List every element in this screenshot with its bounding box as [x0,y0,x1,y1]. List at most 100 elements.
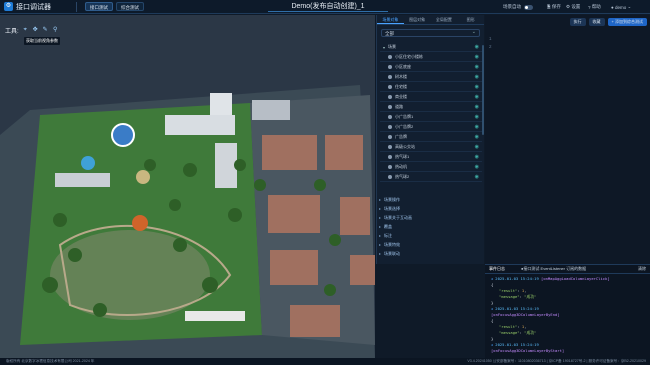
user-menu[interactable]: ● demo ⌄ [611,0,631,14]
pen-icon[interactable]: ✎ [42,27,49,34]
tool-label: 工具: [5,28,19,35]
visibility-eye-icon[interactable]: ◉ [475,84,479,90]
object-icon [388,84,392,89]
api-group-item[interactable]: 场景关于互动画 [376,213,484,222]
gear-icon: ⚙ [566,4,571,9]
scene-sync-toggle[interactable] [524,4,533,10]
interface-test-button[interactable]: 接口测试 [85,2,113,11]
object-icon [388,94,392,99]
tree-item[interactable]: 小广告牌2 ◉ [380,122,482,132]
save-icon: 🗎 [547,4,551,9]
panel-tabs: 场景对象 图层对象 全局配置 图形 [377,15,484,25]
user-name: demo [614,4,627,10]
tab-global-config[interactable]: 全局配置 [431,15,458,24]
tab-layer-objects[interactable]: 图层对象 [404,15,431,24]
visibility-eye-icon[interactable]: ◉ [475,44,479,50]
visibility-eye-icon[interactable]: ◉ [475,164,479,170]
log-time: 2025-01-03 15:24:19 [495,306,539,311]
visibility-eye-icon[interactable]: ◉ [475,74,479,80]
star-icon: ★ [491,342,494,347]
visibility-eye-icon[interactable]: ◉ [475,104,479,110]
api-group-item[interactable]: 场景操作 [376,195,484,204]
scene-sync-label: 场景自动 [503,4,521,9]
tree-item[interactable]: 树木楼 ◉ [380,72,482,82]
visibility-eye-icon[interactable]: ◉ [475,114,479,120]
log-api[interactable]: [onMapAggLoadColumnLayerClick] [541,276,610,281]
api-group-item[interactable]: 场景联动 [376,249,484,258]
visibility-eye-icon[interactable]: ◉ [475,54,479,60]
run-button[interactable]: 执行 [569,18,586,26]
api-group-list: 场景操作场景选择场景关于互动画覆盖标注场景特效场景联动 [376,195,484,258]
help-button[interactable]: ? 帮助 [588,0,601,14]
api-group-item[interactable]: 标注 [376,231,484,240]
visibility-eye-icon[interactable]: ◉ [475,154,479,160]
tree-item[interactable]: ▾ 场景 ◉ [380,42,482,52]
tree-item[interactable]: 高级公交站 ◉ [380,142,482,152]
clear-log-button[interactable]: 清除 [634,266,650,272]
tree-item-label: 商业楼 [395,93,407,99]
chevron-down-icon: ▾ [383,44,386,50]
object-icon [388,134,392,139]
log-time: 2025-01-03 15:24:19 [495,342,539,347]
scene-sync-control[interactable]: 场景自动 [503,0,533,14]
tooltip: 获取当前视角参数 [24,37,60,45]
tree-item[interactable]: 小区底座 ◉ [380,62,482,72]
tree-item[interactable]: 小区住宅小楼栋 ◉ [380,52,482,62]
city-scene-image [0,15,375,358]
tree-scrollbar[interactable] [482,45,484,135]
line-numbers: 1 2 [489,35,492,51]
log-api[interactable]: [onFocusAgg3DColumnLayerByStart] [491,348,644,354]
copyright-text: 版权所有 北京数字冰雹信息技术有限公司 2021-2024 年 [6,359,95,363]
status-bar: 版权所有 北京数字冰雹信息技术有限公司 2021-2024 年 V3.4.202… [0,358,650,365]
tab-graphics[interactable]: 图形 [457,15,484,24]
save-label: 保存 [551,4,561,9]
app-title: 接口调试器 [16,3,51,11]
tree-item[interactable]: 小广告牌1 ◉ [380,112,482,122]
camera-view-icon[interactable]: ⌖ [22,27,29,34]
tree-item[interactable]: 商业楼 ◉ [380,92,482,102]
tree-item[interactable]: 热气球1 ◉ [380,152,482,162]
visibility-eye-icon[interactable]: ◉ [475,94,479,100]
settings-button[interactable]: ⚙ 设置 [566,0,580,14]
visibility-eye-icon[interactable]: ◉ [475,144,479,150]
tree-item[interactable]: 热气球2 ◉ [380,172,482,182]
object-icon [388,74,392,79]
tree-item-label: 热气球2 [395,173,410,179]
collect-button[interactable]: 收藏 [588,18,605,26]
log-entries: ★ 2025-01-03 15:24:19 [onMapAggLoadColumn… [485,274,650,356]
tree-item[interactable]: 住宅楼 ◉ [380,82,482,92]
editor-actions: 执行 收藏 + 添加到综合测试 [569,18,647,26]
tree-item-label: 热气球1 [395,153,410,159]
visibility-eye-icon[interactable]: ◉ [475,124,479,130]
tree-item[interactable]: 广告牌 ◉ [380,132,482,142]
tree-item[interactable]: 热动机 ◉ [380,162,482,172]
tab-event-log[interactable]: 事件日志 [485,266,509,272]
line-number: 2 [489,44,492,49]
tree-item-label: 住宅楼 [395,83,407,89]
tree-item-label: 高级公交站 [395,143,415,149]
object-icon [388,104,392,109]
api-group-item[interactable]: 覆盖 [376,222,484,231]
combined-test-button[interactable]: 综合测试 [116,2,144,11]
visibility-eye-icon[interactable]: ◉ [475,134,479,140]
save-button[interactable]: 🗎 保存 [547,0,561,14]
help-label: 帮助 [591,4,601,9]
eyedropper-icon[interactable]: ⚲ [52,27,59,34]
document-title[interactable]: Demo(发布自动创建)_1 [268,2,388,12]
object-icon [388,164,392,169]
tree-item-label: 广告牌 [395,133,407,139]
add-to-combined-button[interactable]: + 添加到综合测试 [607,18,647,26]
tree-item-label: 小区底座 [395,63,411,69]
tab-subscribed-data[interactable]: ●接口测试 EventListener 订阅的数据 [517,266,590,272]
api-group-item[interactable]: 场景特效 [376,240,484,249]
help-icon: ? [588,4,591,10]
filter-select[interactable]: 全部 [381,29,480,37]
code-editor[interactable]: 执行 收藏 + 添加到综合测试 1 2 [485,15,650,264]
visibility-eye-icon[interactable]: ◉ [475,64,479,70]
tree-item[interactable]: 道路 ◉ [380,102,482,112]
scene-viewport[interactable]: 工具: ⌖ ✥ ✎ ⚲ 获取当前视角参数 [0,15,375,358]
coordinate-pick-icon[interactable]: ✥ [32,27,39,34]
tab-scene-objects[interactable]: 场景对象 [377,15,404,24]
api-group-item[interactable]: 场景选择 [376,204,484,213]
visibility-eye-icon[interactable]: ◉ [475,174,479,180]
